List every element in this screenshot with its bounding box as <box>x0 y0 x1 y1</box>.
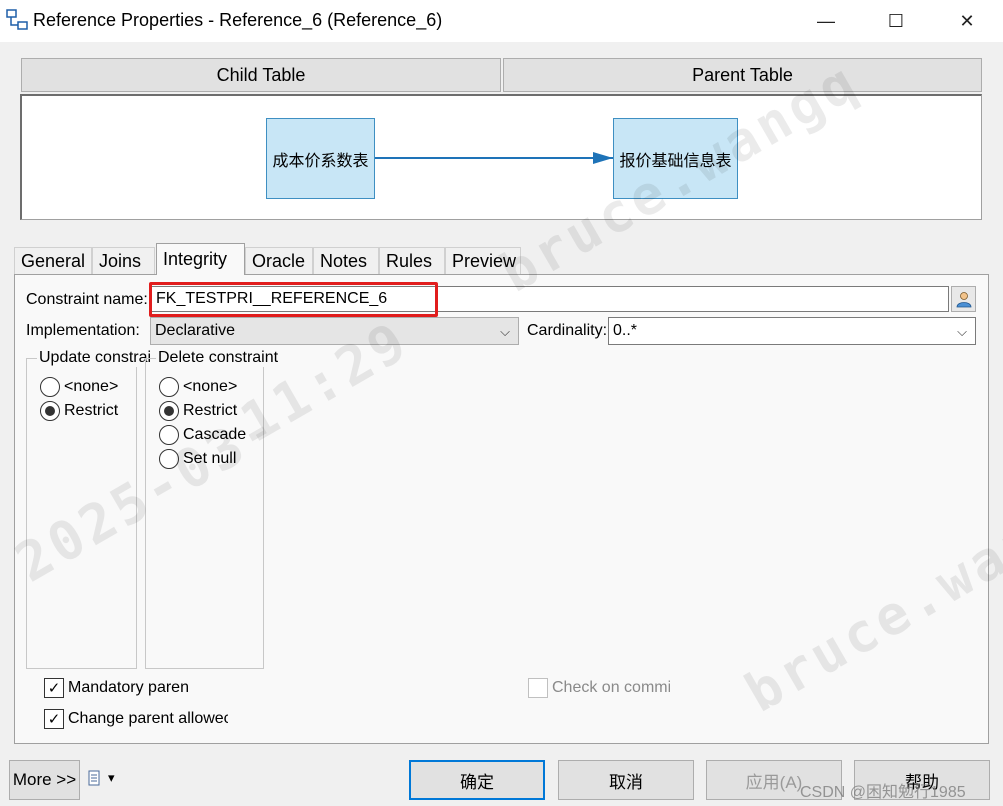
update-restrict-radio[interactable] <box>40 401 60 421</box>
tab-joins[interactable]: Joins <box>92 247 155 274</box>
csdn-credit-watermark: CSDN @困知勉行1985 <box>800 784 966 801</box>
ok-button[interactable]: 确定 <box>409 760 545 800</box>
maximize-button[interactable]: ☐ <box>873 0 919 42</box>
implementation-select[interactable]: Declarative ⌵ <box>150 317 519 345</box>
delete-cascade-label: Cascade <box>183 426 247 443</box>
close-button[interactable]: ✕ <box>944 0 990 42</box>
delete-set-null-radio[interactable] <box>159 449 179 469</box>
child-table-button[interactable]: Child Table <box>21 58 501 92</box>
change-parent-label: Change parent allowec <box>68 710 228 727</box>
tab-oracle[interactable]: Oracle <box>245 247 313 274</box>
mandatory-parent-checkbox[interactable]: ✓ <box>44 678 64 698</box>
cardinality-value: 0..* <box>613 322 638 339</box>
print-icon[interactable] <box>87 770 105 788</box>
implementation-label: Implementation: <box>26 322 140 339</box>
user-icon <box>956 292 971 308</box>
child-table-box[interactable]: 成本价系数表 <box>266 118 375 199</box>
reference-arrow-icon <box>593 152 613 164</box>
delete-cascade-radio[interactable] <box>159 425 179 445</box>
dropdown-arrow-icon[interactable]: ▾ <box>108 770 115 786</box>
radio-selected-dot <box>45 406 55 416</box>
update-restrict-label: Restrict <box>64 402 119 419</box>
delete-restrict-radio[interactable] <box>159 401 179 421</box>
reference-link-line <box>375 157 613 159</box>
update-none-radio[interactable] <box>40 377 60 397</box>
implementation-value: Declarative <box>155 322 236 339</box>
delete-none-radio[interactable] <box>159 377 179 397</box>
cancel-button[interactable]: 取消 <box>558 760 694 800</box>
tab-general[interactable]: General <box>14 247 92 274</box>
delete-restrict-label: Restrict <box>183 402 238 419</box>
cardinality-label: Cardinality: <box>527 322 608 339</box>
change-parent-checkbox[interactable]: ✓ <box>44 709 64 729</box>
minimize-button[interactable]: — <box>803 0 849 42</box>
update-none-label: <none> <box>64 378 119 395</box>
tab-integrity[interactable]: Integrity <box>156 243 245 275</box>
tab-notes[interactable]: Notes <box>313 247 379 274</box>
chevron-down-icon: ⌵ <box>957 324 967 339</box>
update-constraint-title: Update constrai <box>37 349 154 367</box>
highlight-box <box>149 282 438 317</box>
check-on-commit-checkbox <box>528 678 548 698</box>
check-on-commit-label: Check on commi <box>552 679 670 696</box>
mandatory-parent-label: Mandatory paren <box>68 679 189 696</box>
more-button[interactable]: More >> <box>9 760 80 800</box>
delete-constraint-title: Delete constraint <box>156 349 284 367</box>
cardinality-select[interactable]: 0..* ⌵ <box>608 317 976 345</box>
delete-none-label: <none> <box>183 378 238 395</box>
chevron-down-icon: ⌵ <box>500 324 510 339</box>
parent-table-button[interactable]: Parent Table <box>503 58 982 92</box>
window-title: Reference Properties - Reference_6 (Refe… <box>33 10 443 30</box>
parent-table-box[interactable]: 报价基础信息表 <box>613 118 738 199</box>
reference-app-icon <box>6 9 28 31</box>
constraint-name-label: Constraint name: <box>26 291 148 308</box>
user-defined-button[interactable] <box>951 286 976 312</box>
delete-set-null-label: Set null <box>183 450 237 467</box>
radio-selected-dot <box>164 406 174 416</box>
tab-rules[interactable]: Rules <box>379 247 445 274</box>
tab-preview[interactable]: Preview <box>445 247 521 274</box>
